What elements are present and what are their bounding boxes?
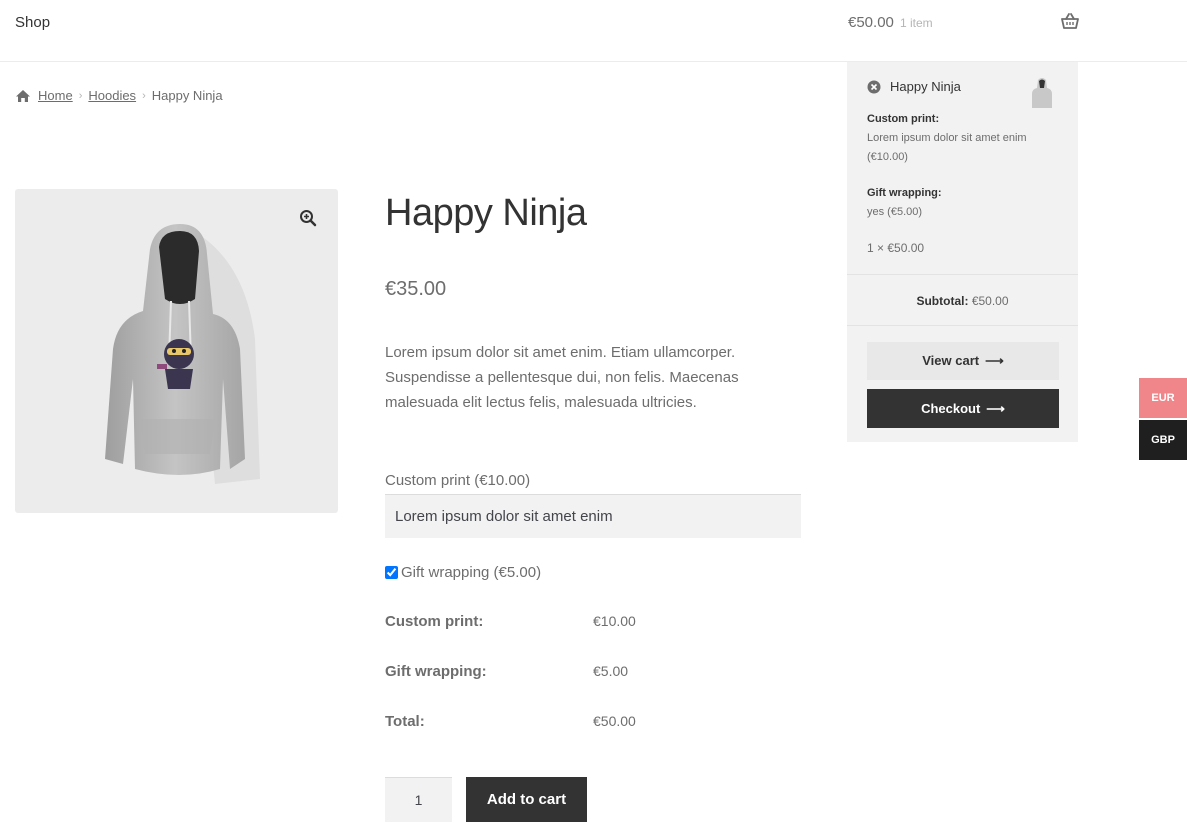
subtotal-label: Subtotal:: [916, 294, 969, 308]
custom-print-label: Custom print (€10.00): [385, 472, 531, 489]
product-description: Lorem ipsum dolor sit amet enim. Etiam u…: [385, 344, 739, 411]
quantity-input[interactable]: [385, 777, 452, 822]
breadcrumb: Home › Hoodies › Happy Ninja: [15, 88, 223, 103]
nav-shop-link[interactable]: Shop: [15, 14, 50, 31]
site-header: Shop €50.00 1 item: [0, 0, 1187, 62]
totals-label: Custom print:: [385, 613, 484, 630]
totals-row: Total: €50.00: [385, 713, 805, 733]
mini-cart-custom-print-label: Custom print:: [867, 113, 940, 125]
gift-wrapping-option[interactable]: Gift wrapping (€5.00): [385, 564, 541, 581]
mini-cart-thumbnail[interactable]: [1030, 76, 1054, 110]
gift-wrapping-label: Gift wrapping (€5.00): [401, 564, 542, 581]
totals-row: Custom print: €10.00: [385, 613, 805, 633]
mini-cart-custom-print: Custom print:: [867, 110, 939, 129]
view-cart-label: View cart: [922, 353, 980, 368]
breadcrumb-home[interactable]: Home: [38, 88, 73, 103]
breadcrumb-hoodies[interactable]: Hoodies: [88, 88, 136, 103]
view-cart-button[interactable]: View cart ⟶: [867, 342, 1059, 380]
totals-value: €50.00: [593, 713, 636, 729]
arrow-right-icon: ⟶: [985, 353, 1004, 368]
totals-value: €5.00: [593, 663, 629, 679]
product-image[interactable]: [15, 189, 338, 513]
custom-print-input[interactable]: [385, 494, 801, 538]
totals-label: Gift wrapping:: [385, 663, 487, 680]
currency-gbp-button[interactable]: GBP: [1139, 420, 1187, 460]
mini-cart-gift-wrapping-value: yes (€5.00): [867, 206, 923, 218]
checkout-button[interactable]: Checkout ⟶: [867, 389, 1059, 428]
header-cart-count[interactable]: 1 item: [900, 16, 933, 30]
gift-wrapping-checkbox[interactable]: [385, 566, 398, 579]
mini-cart-item-name[interactable]: Happy Ninja: [890, 79, 961, 94]
subtotal-value: €50.00: [971, 294, 1009, 308]
mini-cart-subtotal: Subtotal: €50.00: [847, 276, 1078, 326]
chevron-right-icon: ›: [78, 89, 83, 102]
magnifier-plus-icon[interactable]: [299, 209, 317, 227]
mini-cart-gift-wrapping: Gift wrapping:: [867, 184, 942, 203]
totals-row: Gift wrapping: €5.00: [385, 663, 805, 683]
product-title: Happy Ninja: [385, 192, 587, 234]
mini-cart-gift-wrapping-label: Gift wrapping:: [867, 187, 942, 199]
add-to-cart-button[interactable]: Add to cart: [466, 777, 587, 822]
product-price: €35.00: [385, 278, 447, 300]
totals-value: €10.00: [593, 613, 636, 629]
mini-cart-quantity: 1 × €50.00: [867, 241, 925, 255]
hoodie-image: [105, 224, 260, 484]
checkout-label: Checkout: [921, 400, 981, 416]
chevron-right-icon: ›: [142, 89, 146, 102]
mini-cart-item: Happy Ninja Custom print: Lorem ipsum do…: [847, 62, 1078, 275]
basket-icon[interactable]: [1061, 13, 1079, 29]
arrow-right-icon: ⟶: [986, 400, 1005, 416]
remove-icon[interactable]: [867, 80, 881, 94]
breadcrumb-current: Happy Ninja: [151, 88, 223, 103]
mini-cart-custom-print-value: Lorem ipsum dolor sit amet enim (€10.00): [867, 132, 1027, 163]
mini-cart-dropdown: Happy Ninja Custom print: Lorem ipsum do…: [847, 62, 1078, 442]
currency-eur-button[interactable]: EUR: [1139, 378, 1187, 418]
home-icon[interactable]: [15, 89, 31, 103]
header-cart-total[interactable]: €50.00: [848, 14, 894, 31]
totals-label: Total:: [385, 713, 425, 730]
